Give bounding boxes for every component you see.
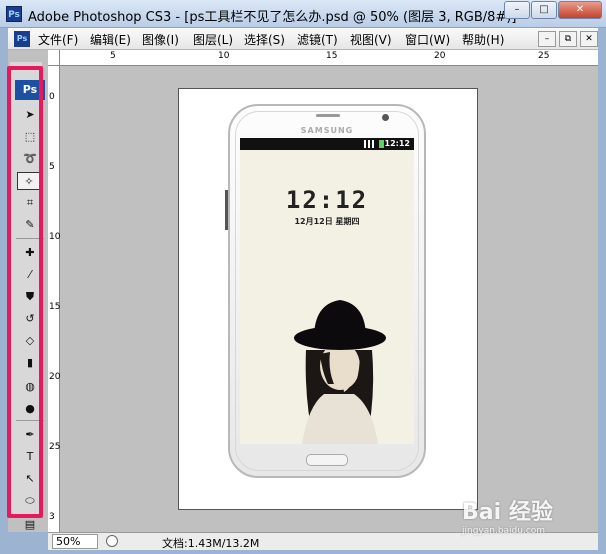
phone-image: SAMSUNG 12:12 12:12 12月12日 星期四 [228, 104, 426, 478]
ruler-label: 25 [538, 51, 550, 61]
phone-status-time: 12:12 [384, 139, 410, 148]
baidu-watermark: Bai 经验 jingyan.baidu.com [462, 494, 604, 536]
battery-icon [379, 140, 384, 148]
ruler-corner [48, 50, 60, 66]
menu-help[interactable]: 帮助(H) [462, 31, 504, 48]
watermark-brand: Bai 经验 [462, 500, 553, 525]
lockscreen-date: 12月12日 星期四 [294, 217, 360, 226]
ruler-label: 3 [49, 512, 55, 522]
doc-close-button[interactable]: ✕ [580, 31, 598, 47]
ruler-label: 15 [326, 51, 338, 61]
ruler-label: 20 [49, 372, 61, 382]
navigator-icon[interactable] [106, 535, 118, 547]
phone-camera [382, 114, 389, 121]
window-controls: – □ ✕ [503, 1, 602, 19]
menu-window[interactable]: 窗口(W) [405, 31, 450, 48]
menu-file[interactable]: 文件(F) [38, 31, 78, 48]
signal-icon [364, 140, 376, 148]
ruler-label: 25 [49, 442, 61, 452]
zoom-level-field[interactable]: 50% [52, 534, 98, 549]
ruler-label: 10 [49, 232, 61, 242]
document-icon[interactable]: Ps [14, 31, 30, 47]
watermark-url: jingyan.baidu.com [462, 526, 546, 536]
menu-image[interactable]: 图像(I) [142, 31, 179, 48]
menu-bar: Ps 文件(F) 编辑(E) 图像(I) 图层(L) 选择(S) 滤镜(T) 视… [8, 28, 598, 50]
ruler-label: 0 [49, 92, 55, 102]
ruler-horizontal[interactable]: 5 10 15 20 25 [60, 50, 598, 66]
phone-statusbar: 12:12 [240, 138, 414, 150]
ruler-label: 15 [49, 302, 61, 312]
photoshop-app-icon: Ps [6, 6, 22, 22]
phone-home-button [306, 454, 348, 466]
ruler-label: 10 [218, 51, 230, 61]
doc-minimize-button[interactable]: – [538, 31, 556, 47]
phone-screen: 12:12 12:12 12月12日 星期四 [240, 138, 414, 444]
ruler-vertical[interactable]: 0 5 10 15 20 25 3 [48, 66, 60, 532]
menu-edit[interactable]: 编辑(E) [90, 31, 131, 48]
minimize-button[interactable]: – [504, 1, 530, 19]
close-button[interactable]: ✕ [558, 1, 602, 19]
phone-speaker [316, 114, 340, 117]
window-titlebar: Ps Adobe Photoshop CS3 - [ps工具栏不见了怎么办.ps… [0, 0, 606, 28]
document-size: 文档:1.43M/13.2M [162, 537, 260, 550]
woman-photo [284, 288, 394, 444]
maximize-button[interactable]: □ [531, 1, 557, 19]
ruler-label: 5 [49, 162, 55, 172]
notes-tool[interactable]: ▤ [18, 516, 42, 534]
doc-restore-button[interactable]: ⧉ [559, 31, 577, 47]
menu-layer[interactable]: 图层(L) [193, 31, 233, 48]
menu-filter[interactable]: 滤镜(T) [297, 31, 338, 48]
ruler-label: 20 [434, 51, 446, 61]
menu-view[interactable]: 视图(V) [350, 31, 392, 48]
window-title: Adobe Photoshop CS3 - [ps工具栏不见了怎么办.psd @… [28, 10, 517, 25]
menu-select[interactable]: 选择(S) [244, 31, 285, 48]
ruler-label: 5 [110, 51, 116, 61]
lockscreen-clock: 12:12 [285, 186, 369, 214]
toolbox-highlight-frame [7, 66, 43, 518]
phone-brand: SAMSUNG [300, 126, 354, 135]
